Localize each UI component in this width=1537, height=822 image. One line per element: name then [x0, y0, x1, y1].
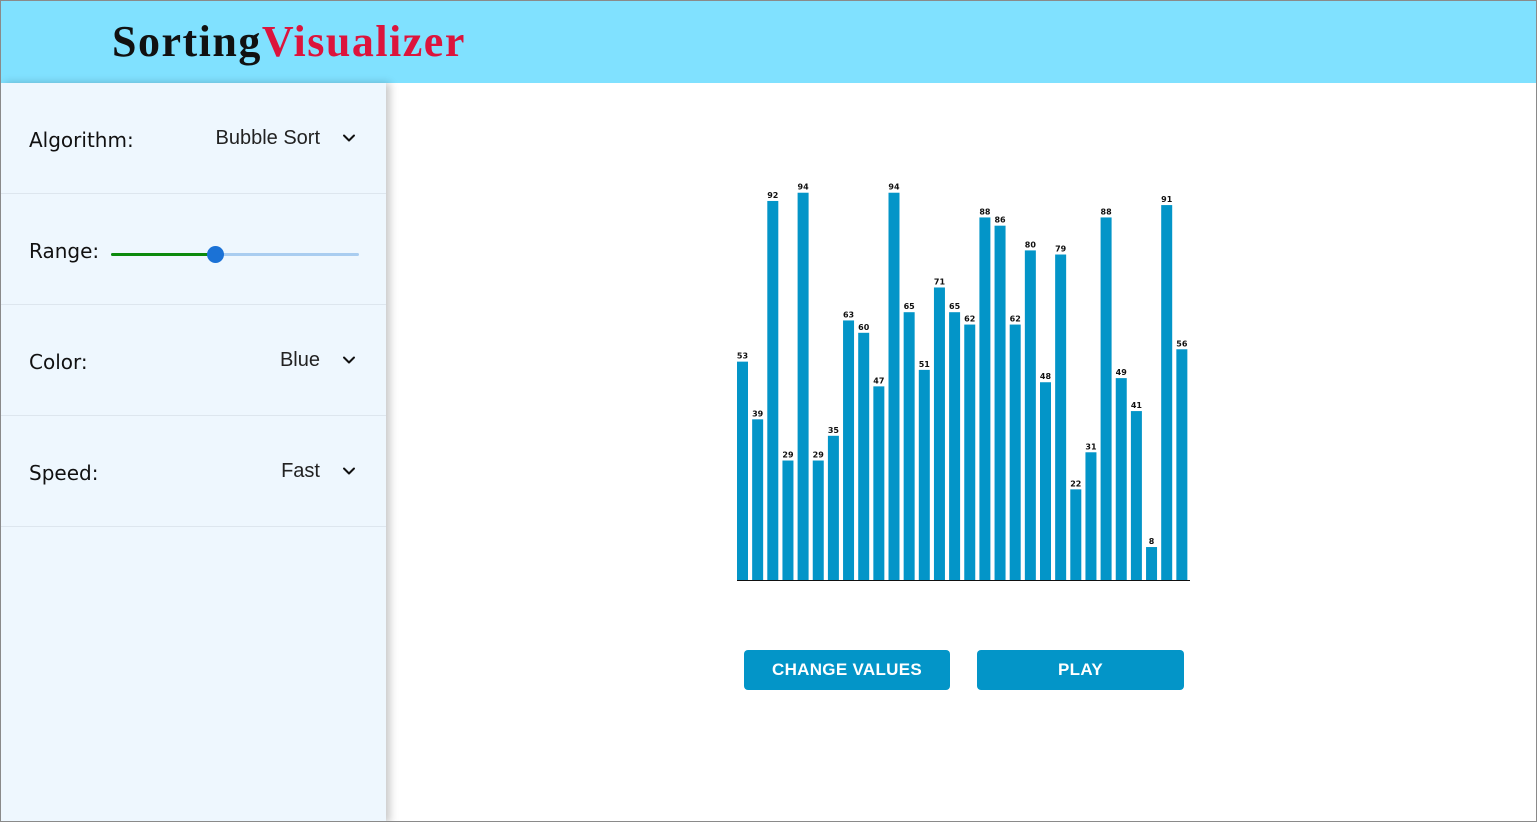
speed-select[interactable]: Fast — [281, 456, 356, 486]
algorithm-row: Algorithm: Bubble Sort — [1, 83, 386, 194]
chart-bar-value-label: 53 — [737, 352, 748, 361]
chart-bar-value-label: 56 — [1176, 339, 1188, 348]
speed-select-value: Fast — [281, 459, 320, 482]
chart-bar — [827, 435, 839, 580]
chart-bar-value-label: 79 — [1055, 245, 1067, 254]
chart-bar-value-label: 92 — [767, 191, 778, 200]
range-slider-thumb[interactable] — [207, 246, 225, 263]
chart-bar-value-label: 49 — [1116, 368, 1128, 377]
chart-bar — [933, 287, 945, 580]
chart-bar — [1024, 250, 1036, 580]
chevron-down-icon — [343, 467, 355, 475]
color-select[interactable]: Blue — [280, 345, 356, 375]
app-window: SortingVisualizer 53 39 92 29 94 29 35 63 60 47 94… — [0, 0, 1537, 822]
speed-row: Speed: Fast — [1, 416, 386, 527]
chart-bar-value-label: 91 — [1161, 195, 1173, 204]
chart-bar-value-label: 88 — [1101, 207, 1113, 216]
chart-bar — [858, 332, 870, 580]
chart-bar — [979, 217, 991, 580]
chart-bar-value-label: 94 — [798, 183, 810, 192]
chart-bar — [964, 324, 976, 580]
range-row: Range: — [1, 194, 386, 305]
chart-bar — [843, 320, 855, 580]
chart-bar — [812, 460, 824, 580]
range-slider[interactable] — [111, 246, 359, 264]
chart-bar-value-label: 62 — [964, 315, 975, 324]
chart-bar-value-label: 65 — [904, 302, 916, 311]
chart-bar — [1055, 254, 1067, 580]
chevron-down-icon — [343, 356, 355, 364]
chart-bar — [1161, 205, 1173, 580]
play-button[interactable]: PLAY — [977, 650, 1184, 690]
chart-bar-value-label: 62 — [1010, 315, 1021, 324]
chart-bar — [752, 419, 764, 580]
chart-bar-value-label: 86 — [994, 216, 1006, 225]
chart-bar — [1009, 324, 1021, 580]
chart-bar — [1146, 547, 1158, 580]
algorithm-select-value: Bubble Sort — [215, 126, 320, 149]
algorithm-select[interactable]: Bubble Sort — [215, 123, 356, 153]
chart-bar — [1115, 378, 1127, 580]
chevron-down-icon — [343, 134, 355, 142]
chart-bar — [1176, 349, 1188, 580]
chart-bar — [737, 361, 748, 580]
chart-bar — [1100, 217, 1112, 580]
chart-bar — [1085, 452, 1097, 580]
chart-bar — [903, 312, 915, 580]
chart-bar-value-label: 88 — [979, 207, 991, 216]
chart-bar-value-label: 65 — [949, 302, 961, 311]
range-label: Range: — [29, 239, 100, 263]
chart-bar-value-label: 63 — [843, 310, 854, 319]
chart-bar — [888, 192, 900, 580]
chart-bar-value-label: 8 — [1149, 537, 1155, 546]
chart-bar-value-label: 80 — [1025, 240, 1037, 249]
chart-bar-value-label: 39 — [752, 409, 764, 418]
chart-bar — [782, 460, 794, 580]
chart-bar — [767, 200, 779, 580]
chart-bar — [797, 192, 809, 580]
chart-bar-value-label: 60 — [858, 323, 870, 332]
color-label: Color: — [29, 350, 88, 374]
chart-bar — [949, 312, 961, 580]
chart-bar-value-label: 48 — [1040, 372, 1052, 381]
algorithm-label: Algorithm: — [29, 128, 134, 152]
color-row: Color: Blue — [1, 305, 386, 416]
chart-bar — [918, 369, 930, 580]
chart-bar-value-label: 41 — [1131, 401, 1143, 410]
chart-bar-value-label: 29 — [813, 451, 825, 460]
chart-bar-value-label: 35 — [828, 426, 840, 435]
chart-bar-value-label: 29 — [782, 451, 794, 460]
chart-bar-value-label: 71 — [934, 277, 946, 286]
chart-bar-value-label: 51 — [919, 360, 931, 369]
chart-bar — [1040, 382, 1051, 580]
chart-bar-value-label: 94 — [888, 183, 900, 192]
chart-bar — [873, 386, 885, 580]
change-values-button[interactable]: CHANGE VALUES — [744, 650, 950, 690]
chart-bar-value-label: 31 — [1085, 442, 1097, 451]
speed-label: Speed: — [29, 461, 99, 485]
chart-bar — [994, 225, 1006, 580]
range-slider-fill — [111, 253, 216, 256]
color-select-value: Blue — [279, 348, 320, 371]
chart-bar — [1130, 411, 1142, 580]
chart-bar — [1070, 489, 1082, 580]
chart-bar-value-label: 22 — [1070, 479, 1081, 488]
control-sidebar: Algorithm: Bubble Sort Range: Color: Blu… — [1, 83, 386, 821]
chart-bar-value-label: 47 — [873, 376, 884, 385]
